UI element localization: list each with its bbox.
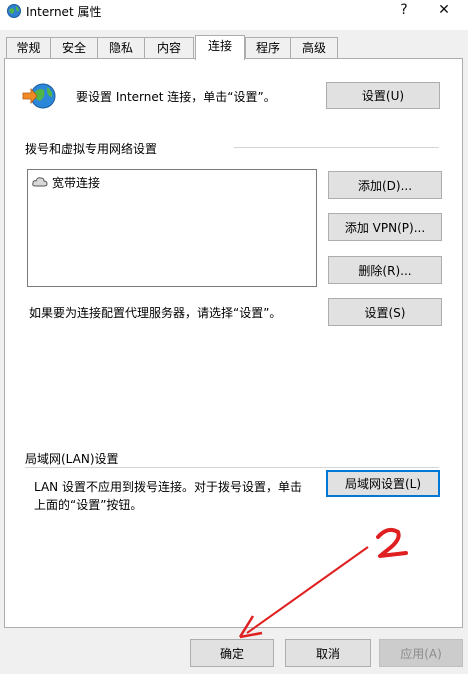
tab-advanced[interactable]: 高级 xyxy=(290,37,338,58)
connection-list[interactable]: 宽带连接 xyxy=(27,169,317,287)
close-button[interactable]: ✕ xyxy=(424,0,464,22)
tab-strip: 常规 安全 隐私 内容 连接 程序 高级 xyxy=(4,35,464,60)
list-item-label: 宽带连接 xyxy=(52,175,101,190)
setup-button[interactable]: 设置(U) xyxy=(326,82,440,109)
tab-general[interactable]: 常规 xyxy=(6,37,51,58)
add-vpn-button[interactable]: 添加 VPN(P)... xyxy=(328,213,442,241)
lan-description-line2: 上面的“设置”按钮。 xyxy=(34,498,143,512)
tab-programs[interactable]: 程序 xyxy=(245,37,291,58)
tab-security[interactable]: 安全 xyxy=(50,37,98,58)
ok-button[interactable]: 确定 xyxy=(190,639,274,667)
setup-instruction: 要设置 Internet 连接，单击“设置”。 xyxy=(76,90,276,104)
lan-description-line1: LAN 设置不应用到拨号连接。对于拨号设置，单击 xyxy=(34,480,302,494)
remove-button[interactable]: 删除(R)... xyxy=(328,256,442,284)
lan-section-title: 局域网(LAN)设置 xyxy=(25,452,119,466)
lan-settings-button[interactable]: 局域网设置(L) xyxy=(326,470,440,497)
internet-options-icon xyxy=(7,4,21,18)
apply-button[interactable]: 应用(A) xyxy=(379,639,463,667)
list-item[interactable]: 宽带连接 xyxy=(32,174,100,190)
tab-content[interactable]: 内容 xyxy=(144,37,194,58)
cancel-button[interactable]: 取消 xyxy=(285,639,371,667)
tab-connections[interactable]: 连接 xyxy=(195,35,245,60)
connections-panel: 要设置 Internet 连接，单击“设置”。 设置(U) 拨号和虚拟专用网络设… xyxy=(4,58,463,628)
add-button[interactable]: 添加(D)... xyxy=(328,171,442,199)
help-button[interactable]: ? xyxy=(384,0,424,22)
section-divider xyxy=(25,467,439,468)
proxy-settings-button[interactable]: 设置(S) xyxy=(328,298,442,326)
title-bar: Internet 属性 ? ✕ xyxy=(0,0,468,30)
window-title: Internet 属性 xyxy=(26,5,102,19)
dialup-section-title: 拨号和虚拟专用网络设置 xyxy=(25,142,158,156)
tab-privacy[interactable]: 隐私 xyxy=(97,37,145,58)
internet-setup-icon xyxy=(22,83,56,109)
section-divider xyxy=(234,147,439,148)
cloud-icon xyxy=(32,177,48,187)
proxy-instruction: 如果要为连接配置代理服务器，请选择“设置”。 xyxy=(29,306,282,320)
